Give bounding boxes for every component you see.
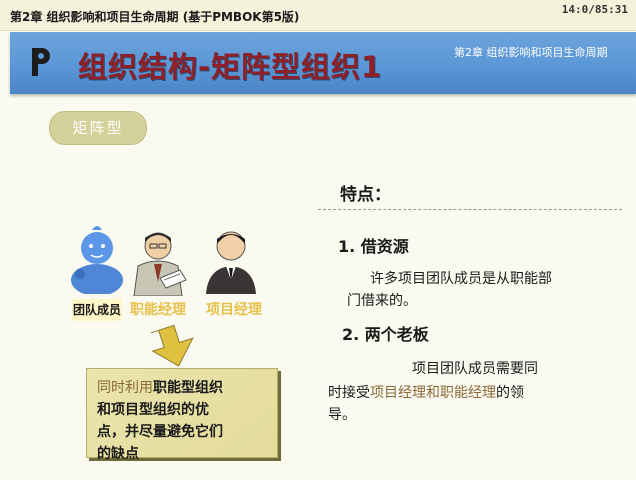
functional-manager-label: 职能经理 — [130, 302, 186, 318]
feature-title-2: 2. 两个老板 — [342, 325, 429, 344]
feature-text-2: 导。 — [328, 407, 356, 423]
divider — [318, 209, 622, 210]
note-text: 点，并尽量避免它们 — [97, 424, 223, 440]
note-text: 职能型组织 — [153, 380, 223, 396]
top-bar: 第2章 组织影响和项目生命周期 (基于PMBOK第5版) 14:0/85:31 — [0, 0, 636, 31]
note-box: 同时利用职能型组织 和项目型组织的优 点，并尽量避免它们 的缺点 — [86, 368, 278, 462]
note-text-dim: 同时利用 — [97, 380, 153, 396]
timer-readout: 14:0/85:31 — [561, 3, 628, 16]
note-text: 和项目型组织的优 — [97, 402, 209, 418]
feature-text-2-highlight: 项目经理和职能经理 — [370, 385, 496, 401]
functional-manager-figure-icon — [133, 232, 187, 296]
slide-title: 组织结构-矩阵型组织1 — [78, 50, 383, 84]
note-text: 的缺点 — [97, 446, 139, 462]
feature-text-2: 时接受项目经理和职能经理的领 — [328, 382, 524, 404]
pmp-logo-icon — [32, 48, 50, 76]
feature-text-2: 项目团队成员需要同 — [412, 361, 538, 377]
team-member-label: 团队成员 — [72, 299, 122, 321]
down-arrow-icon — [150, 324, 194, 367]
feature-title-1: 1. 借资源 — [338, 237, 409, 256]
feature-text-1: 许多项目团队成员是从职能部 — [370, 271, 552, 287]
features-heading: 特点： — [340, 185, 391, 205]
slide-subtitle: 第2章 组织影响和项目生命周期 — [454, 46, 608, 59]
project-manager-label: 项目经理 — [206, 302, 262, 318]
chapter-title: 第2章 组织影响和项目生命周期 (基于PMBOK第5版) — [10, 10, 300, 24]
team-member-figure-icon — [71, 226, 123, 294]
feature-text-2-part: 时接受 — [328, 385, 370, 401]
feature-text-2-part: 的领 — [496, 385, 524, 401]
project-manager-figure-icon — [206, 231, 256, 294]
title-banner: 组织结构-矩阵型组织1 第2章 组织影响和项目生命周期 — [10, 32, 636, 94]
feature-text-1: 门借来的。 — [347, 293, 417, 309]
matrix-type-tag: 矩阵型 — [49, 111, 147, 145]
